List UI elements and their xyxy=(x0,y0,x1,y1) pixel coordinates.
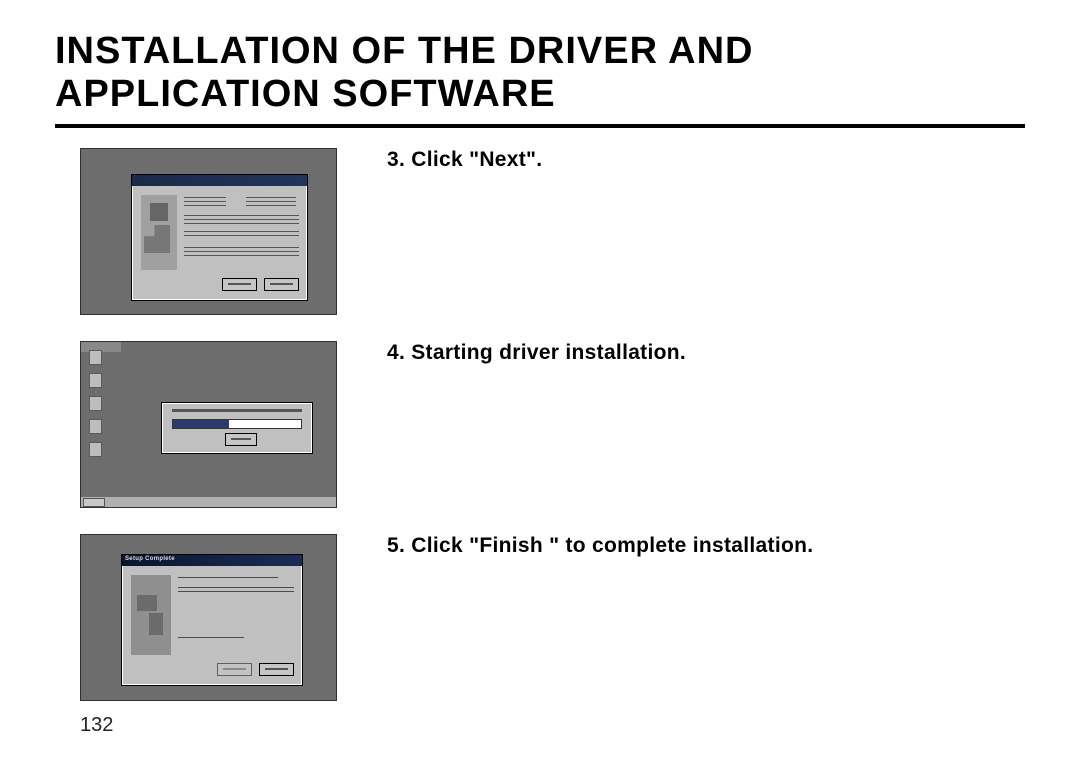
heading-rule xyxy=(55,124,1025,128)
step-caption: 4. Starting driver installation. xyxy=(387,341,686,365)
step-row: 4. Starting driver installation. xyxy=(55,341,1025,508)
installer-window-finish: Setup Complete xyxy=(121,554,303,686)
window-titlebar xyxy=(132,175,307,186)
page-number: 132 xyxy=(80,714,113,737)
desktop-icon xyxy=(89,350,102,365)
wizard-text xyxy=(184,197,226,206)
wizard-image xyxy=(141,195,177,270)
wizard-text xyxy=(184,215,299,224)
screenshot-thumbnail-welcome xyxy=(80,148,337,315)
progress-bar xyxy=(172,419,302,429)
wizard-text xyxy=(246,197,296,206)
screenshot-thumbnail-progress xyxy=(80,341,337,508)
installer-window-welcome xyxy=(131,174,308,301)
wizard-text xyxy=(178,587,294,595)
wizard-text xyxy=(184,231,299,236)
wizard-text xyxy=(178,577,278,581)
button-row xyxy=(214,661,294,679)
progress-dialog xyxy=(161,402,313,454)
progress-label xyxy=(172,409,302,412)
screenshot-thumbnail-finish: Setup Complete xyxy=(80,534,337,701)
cancel-button[interactable] xyxy=(264,278,299,291)
desktop-icon xyxy=(89,442,102,457)
next-button[interactable] xyxy=(222,278,257,291)
step-caption: 5. Click "Finish " to complete installat… xyxy=(387,534,813,558)
step-row: 3. Click "Next". xyxy=(55,148,1025,315)
step-caption: 3. Click "Next". xyxy=(387,148,542,172)
finish-button[interactable] xyxy=(259,663,294,676)
progress-fill xyxy=(173,420,229,428)
desktop-icons xyxy=(89,350,115,465)
button-row xyxy=(219,276,299,294)
page-title: INSTALLATION OF THE DRIVER AND APPLICATI… xyxy=(55,30,1025,116)
back-button-disabled xyxy=(217,663,252,676)
start-button[interactable] xyxy=(83,498,105,507)
desktop-icon xyxy=(89,373,102,388)
cancel-button[interactable] xyxy=(225,433,257,446)
wizard-text xyxy=(184,247,299,259)
desktop-icon xyxy=(89,396,102,411)
document-page: INSTALLATION OF THE DRIVER AND APPLICATI… xyxy=(0,0,1080,765)
step-row: Setup Complete 5. Click "Finish " to com… xyxy=(55,534,1025,701)
wizard-text xyxy=(178,637,244,641)
window-titlebar: Setup Complete xyxy=(122,555,302,566)
desktop-icon xyxy=(89,419,102,434)
taskbar xyxy=(81,497,336,507)
wizard-image xyxy=(131,575,171,655)
window-title-text: Setup Complete xyxy=(125,556,175,562)
